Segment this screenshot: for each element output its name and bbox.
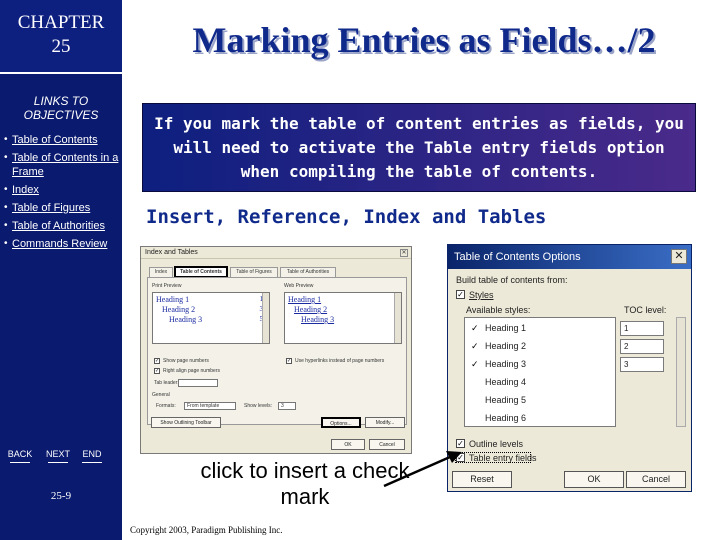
info-box: If you mark the table of content entries… (142, 103, 696, 192)
show-page-numbers-checkbox[interactable]: ✓ (154, 358, 160, 364)
style-name: Heading 5 (485, 395, 527, 405)
menu-path: Insert, Reference, Index and Tables (146, 206, 547, 228)
print-preview-line: Heading 3 (169, 315, 203, 324)
copyright: Copyright 2003, Paradigm Publishing Inc. (130, 525, 283, 535)
link-table-of-contents[interactable]: Table of Contents (4, 133, 120, 147)
tab-table-of-figures[interactable]: Table of Figures (230, 267, 278, 277)
styles-label: Styles (469, 290, 494, 300)
print-preview-scrollbar[interactable] (262, 293, 269, 343)
end-button[interactable]: END (74, 448, 110, 464)
tab-leader-select[interactable] (178, 379, 218, 387)
style-name: Heading 6 (485, 413, 527, 423)
outline-levels-label: Outline levels (469, 439, 524, 449)
toc-level-input-1[interactable]: 1 (620, 321, 664, 336)
available-styles-label: Available styles: (466, 305, 531, 315)
reset-button[interactable]: Reset (452, 471, 512, 488)
style-row-heading-1[interactable]: ✓ Heading 1 (465, 320, 615, 338)
check-icon: ✓ (471, 341, 479, 351)
style-name: Heading 2 (485, 341, 527, 351)
links-list: Table of Contents Table of Contents in a… (4, 133, 120, 255)
link-table-of-contents-frame[interactable]: Table of Contents in a Frame (4, 151, 120, 179)
style-name: Heading 3 (485, 359, 527, 369)
web-preview-line: Heading 3 (301, 315, 335, 324)
show-outlining-toolbar-button[interactable]: Show Outlining Toolbar (151, 417, 221, 428)
tab-leader-label: Tab leader: (154, 380, 179, 386)
info-text: If you mark the table of content entries… (154, 113, 684, 181)
back-button[interactable]: BACK (2, 448, 38, 464)
style-row-heading-5[interactable]: Heading 5 (465, 392, 615, 410)
link-index[interactable]: Index (4, 183, 120, 197)
tab-index[interactable]: Index (149, 267, 173, 277)
style-row-heading-2[interactable]: ✓ Heading 2 (465, 338, 615, 356)
web-preview-scrollbar[interactable] (394, 293, 401, 343)
print-preview-line: Heading 1 (156, 295, 190, 304)
show-levels-label: Show levels: (244, 403, 273, 409)
print-preview-line: Heading 2 (162, 305, 196, 314)
table-entry-fields-label: Table entry fields (469, 453, 537, 463)
toc-level-label: TOC level: (624, 305, 667, 315)
link-table-of-authorities[interactable]: Table of Authorities (4, 219, 120, 233)
toc-level-input-2[interactable]: 2 (620, 339, 664, 354)
use-hyperlinks-checkbox[interactable]: ✓ (286, 358, 292, 364)
index-and-tables-dialog: Index and Tables ✕ Index Table of Conten… (140, 246, 412, 454)
show-page-numbers-label: Show page numbers (163, 358, 209, 364)
web-preview-line: Heading 1 (288, 295, 322, 304)
outline-levels-checkbox[interactable]: ✓ (456, 439, 465, 448)
styles-scrollbar[interactable] (676, 317, 686, 427)
formats-select[interactable]: From template (184, 402, 236, 410)
styles-checkbox[interactable]: ✓ (456, 290, 465, 299)
toc-level-input-3[interactable]: 3 (620, 357, 664, 372)
toc-tab-panel: Print Preview Web Preview Heading 1 1 He… (147, 277, 407, 425)
build-from-label: Build table of contents from: (456, 275, 568, 285)
next-button[interactable]: NEXT (40, 448, 76, 464)
page-number: 25-9 (50, 490, 72, 502)
print-preview-box: Heading 1 1 Heading 2 3 Heading 3 5 (152, 292, 270, 344)
toc-options-dialog: Table of Contents Options ✕ Build table … (447, 244, 692, 492)
modify-button[interactable]: Modify... (365, 417, 405, 428)
style-name: Heading 4 (485, 377, 527, 387)
close-icon[interactable]: ✕ (400, 249, 408, 257)
links-header: LINKS TO OBJECTIVES (23, 94, 99, 122)
web-preview-box: Heading 1 Heading 2 Heading 3 (284, 292, 402, 344)
chapter-label: CHAPTER (17, 12, 105, 33)
show-levels-stepper[interactable]: 3 (278, 402, 296, 410)
general-label: General (152, 392, 170, 398)
available-styles-list: ✓ Heading 1 ✓ Heading 2 ✓ Heading 3 Head… (464, 317, 616, 427)
annotation-callout: click to insert a check mark (200, 458, 410, 509)
toc-levels-column: 1 2 3 (620, 317, 670, 427)
style-row-heading-4[interactable]: Heading 4 (465, 374, 615, 392)
sidebar: CHAPTER 25 LINKS TO OBJECTIVES Table of … (0, 0, 122, 540)
link-table-of-figures[interactable]: Table of Figures (4, 201, 120, 215)
style-row-heading-6[interactable]: Heading 6 (465, 410, 615, 428)
tab-table-of-authorities[interactable]: Table of Authorities (280, 267, 336, 277)
use-hyperlinks-label: Use hyperlinks instead of page numbers (295, 358, 385, 364)
toc-dialog-title: Table of Contents Options (448, 245, 691, 269)
index-ok-button[interactable]: OK (331, 439, 365, 450)
toc-cancel-button[interactable]: Cancel (626, 471, 686, 488)
index-cancel-button[interactable]: Cancel (369, 439, 405, 450)
chapter-box: CHAPTER 25 (0, 0, 122, 74)
options-button[interactable]: Options... (321, 417, 361, 428)
check-icon: ✓ (471, 323, 479, 333)
check-icon: ✓ (471, 359, 479, 369)
toc-ok-button[interactable]: OK (564, 471, 624, 488)
formats-label: Formats: (156, 403, 176, 409)
link-commands-review[interactable]: Commands Review (4, 237, 120, 251)
close-icon[interactable]: ✕ (671, 249, 687, 264)
web-preview-line: Heading 2 (294, 305, 328, 314)
style-row-heading-3[interactable]: ✓ Heading 3 (465, 356, 615, 374)
print-preview-label: Print Preview (152, 283, 182, 289)
right-align-label: Right align page numbers (163, 368, 220, 374)
style-name: Heading 1 (485, 323, 527, 333)
right-align-checkbox[interactable]: ✓ (154, 368, 160, 374)
chapter-number: 25 (51, 36, 71, 57)
nav-row: BACK NEXT END (0, 448, 122, 464)
slide-title: Marking Entries as Fields…/2 (192, 20, 656, 60)
table-entry-fields-checkbox[interactable]: ✓ (456, 453, 465, 462)
web-preview-label: Web Preview (284, 283, 314, 289)
index-dialog-title: Index and Tables (141, 247, 411, 259)
